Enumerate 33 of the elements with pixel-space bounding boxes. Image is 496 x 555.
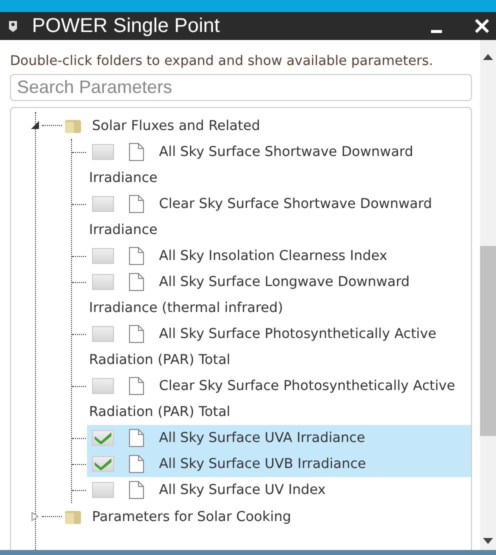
file-icon <box>129 273 144 291</box>
expand-icon[interactable] <box>31 512 40 521</box>
file-icon <box>129 377 144 395</box>
file-icon <box>129 481 144 499</box>
checkbox[interactable] <box>92 248 114 264</box>
folder-icon <box>64 508 82 524</box>
checkbox[interactable] <box>92 196 114 212</box>
file-icon <box>129 455 144 473</box>
checkbox[interactable] <box>92 326 114 342</box>
checkbox[interactable] <box>92 482 114 498</box>
window-title: POWER Single Point <box>31 14 221 38</box>
scrollbar-thumb[interactable] <box>480 246 496 436</box>
checkbox[interactable] <box>92 378 114 394</box>
file-icon <box>129 429 144 447</box>
file-icon <box>129 143 144 161</box>
scrollbar[interactable] <box>480 40 496 550</box>
file-icon <box>129 325 144 343</box>
checkbox[interactable] <box>92 456 114 472</box>
collapse-icon[interactable] <box>31 121 40 130</box>
instruction-text: Double-click folders to expand and show available parameters. <box>10 53 434 70</box>
checkbox[interactable] <box>92 274 114 290</box>
folder-label[interactable]: Solar Fluxes and Related <box>92 118 260 134</box>
scroll-down-icon[interactable] <box>483 538 493 546</box>
pin-icon <box>8 20 18 32</box>
file-icon <box>129 195 144 213</box>
checkbox[interactable] <box>92 144 114 160</box>
checkbox[interactable] <box>92 430 114 446</box>
search-field[interactable]: Search Parameters <box>10 74 472 101</box>
scroll-up-icon[interactable] <box>483 54 493 60</box>
folder-icon <box>64 118 82 134</box>
close-icon[interactable] <box>474 18 490 34</box>
folder-label[interactable]: Parameters for Solar Cooking <box>92 508 292 524</box>
file-icon <box>129 247 144 265</box>
